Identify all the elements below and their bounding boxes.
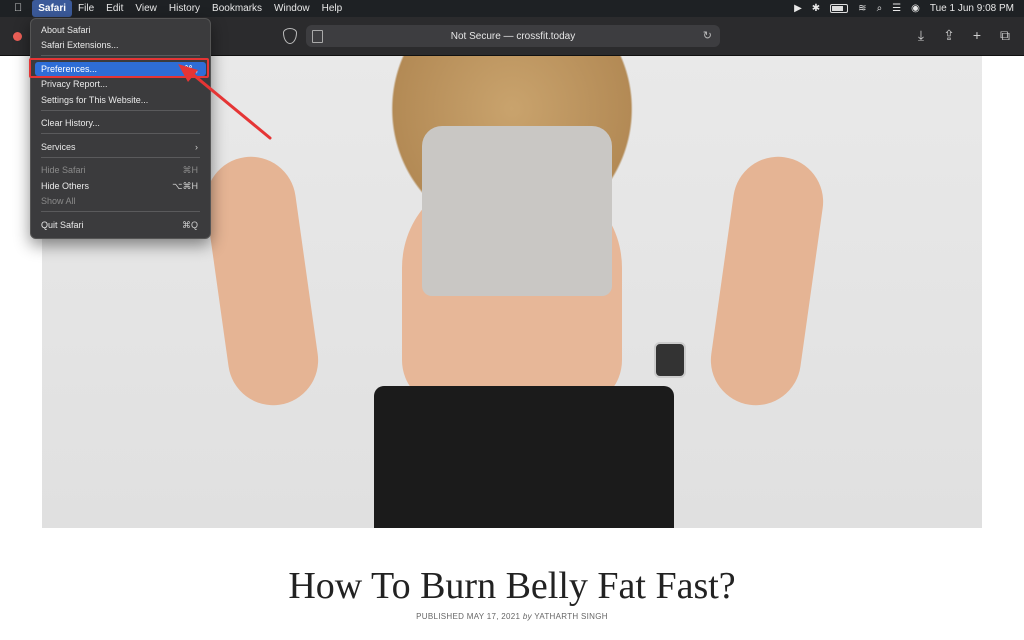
menu-item-label: Quit Safari [41,220,84,230]
menu-item-label: Safari Extensions... [41,40,119,50]
download-icon[interactable]: ⤓ [914,27,928,43]
menu-shortcut: ⌥⌘H [172,181,198,191]
menu-bar:  Safari File Edit View History Bookmark… [0,0,1024,17]
hero-shape [705,150,829,412]
siri-icon[interactable]: ◉ [911,3,920,14]
menu-item-label: Privacy Report... [41,79,108,89]
share-icon[interactable]: ⇪ [942,27,956,43]
menu-item-extensions[interactable]: Safari Extensions... [35,38,206,52]
menu-help[interactable]: Help [316,0,349,17]
apple-icon[interactable]:  [0,0,32,17]
menu-bookmarks[interactable]: Bookmarks [206,0,268,17]
hero-shape [422,126,612,296]
privacy-shield-icon[interactable] [283,28,297,44]
bluetooth-icon[interactable]: ✱ [812,3,820,14]
new-tab-icon[interactable]: + [970,27,984,43]
hero-shape [374,386,674,528]
tab-overview-icon[interactable]: ⧉ [998,27,1012,43]
menu-item-about[interactable]: About Safari [35,23,206,37]
menu-shortcut: ⌘H [182,165,199,175]
menu-separator [41,157,200,158]
menu-separator [41,55,200,56]
menu-clock[interactable]: Tue 1 Jun 9:08 PM [930,3,1014,14]
hero-shape [654,342,686,378]
meta-by: by [522,612,532,621]
menu-item-quit[interactable]: Quit Safari ⌘Q [35,218,206,232]
menu-item-hide-others[interactable]: Hide Others ⌥⌘H [35,179,206,193]
menu-window[interactable]: Window [268,0,316,17]
menu-edit[interactable]: Edit [100,0,129,17]
menu-separator [41,211,200,212]
menu-item-label: Hide Others [41,181,90,191]
play-icon[interactable]: ▶ [794,3,802,14]
address-text: Not Secure — crossfit.today [450,30,576,42]
menu-item-label: Show All [41,196,76,206]
menu-item-label: Clear History... [41,118,100,128]
battery-icon[interactable] [830,4,849,13]
menu-file[interactable]: File [72,0,100,17]
menu-history[interactable]: History [163,0,206,17]
menu-view[interactable]: View [129,0,163,17]
menu-item-label: Settings for This Website... [41,95,149,105]
control-center-icon[interactable]: ☰ [892,3,901,14]
address-bar[interactable]: Not Secure — crossfit.today ↻ [306,25,720,47]
menu-shortcut: ⌘Q [181,220,198,230]
menu-item-hide-safari: Hide Safari ⌘H [35,163,206,177]
article-title: How To Burn Belly Fat Fast? [288,565,736,607]
article-meta: PUBLISHED MAY 17, 2021 by YATHARTH SINGH [0,612,1024,621]
wifi-icon[interactable]: ≋ [858,3,866,14]
author-link[interactable]: YATHARTH SINGH [534,612,608,621]
menu-safari[interactable]: Safari [32,0,73,17]
status-area: ▶ ✱ ≋ ⌕ ☰ ◉ Tue 1 Jun 9:08 PM [794,0,1014,17]
menu-item-label: About Safari [41,25,91,35]
reader-icon[interactable] [312,30,323,43]
menu-item-label: Services [41,142,76,152]
reload-icon[interactable]: ↻ [703,29,712,42]
toolbar-actions: ⤓ ⇪ + ⧉ [914,27,1012,43]
menu-item-label: Hide Safari [41,165,86,175]
chevron-right-icon: › [195,142,198,152]
close-window-icon[interactable] [13,32,22,41]
menu-item-show-all: Show All [35,194,206,208]
search-icon[interactable]: ⌕ [877,3,883,14]
menu-item-services[interactable]: Services › [35,140,206,154]
annotation-arrow [178,64,272,140]
published-date: PUBLISHED MAY 17, 2021 [416,612,521,621]
hero-shape [200,150,324,412]
